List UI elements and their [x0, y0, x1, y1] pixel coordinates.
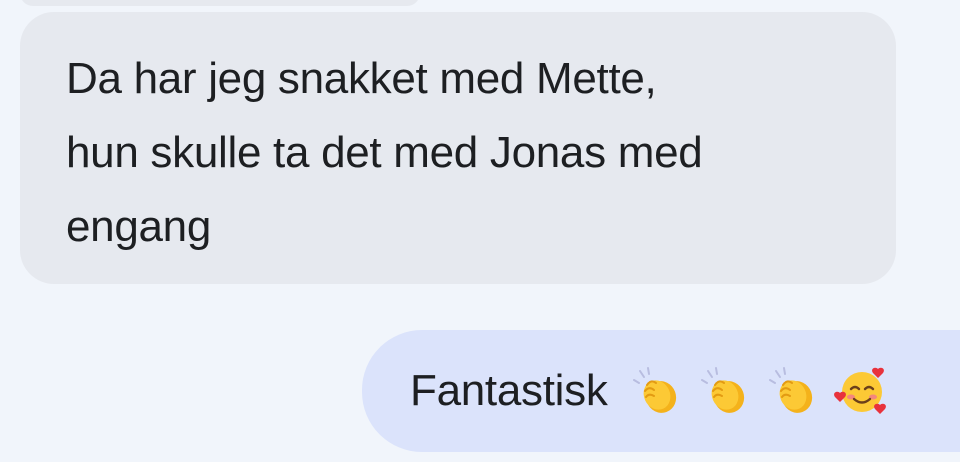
clapping-hands-icon: [698, 363, 754, 419]
clapping-hands-icon: [630, 363, 686, 419]
incoming-message-bubble[interactable]: Da har jeg snakket med Mette, hun skulle…: [20, 12, 896, 284]
smiling-face-with-hearts-icon: [833, 363, 890, 419]
outgoing-message-bubble[interactable]: Fantastisk: [362, 330, 960, 452]
incoming-message-line: hun skulle ta det med Jonas med: [66, 128, 703, 177]
emoji-row: [630, 363, 890, 419]
incoming-message-line: engang: [66, 202, 212, 251]
clapping-hands-icon: [766, 363, 822, 419]
outgoing-message-text: Fantastisk: [410, 366, 608, 415]
previous-message-bubble[interactable]: [20, 0, 420, 6]
incoming-message-line: Da har jeg snakket med Mette,: [66, 54, 657, 103]
